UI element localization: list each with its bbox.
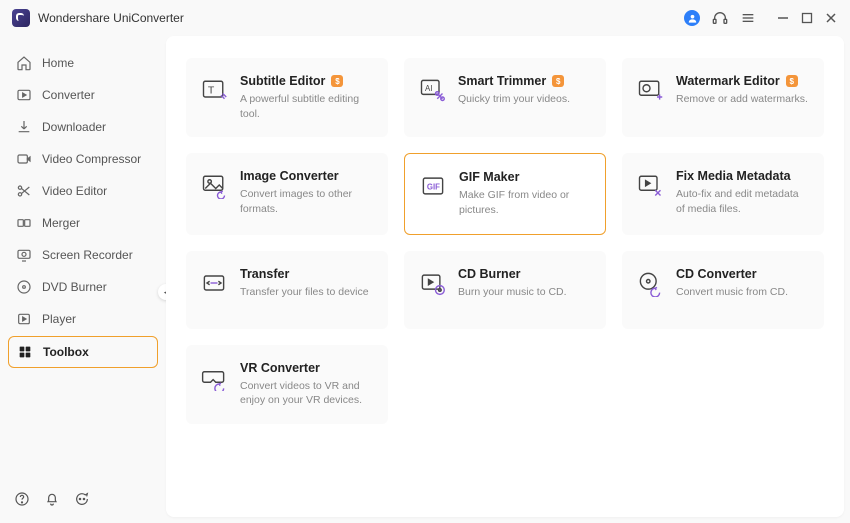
sidebar-item-converter[interactable]: Converter (8, 80, 158, 110)
metadata-icon (636, 171, 664, 199)
titlebar: Wondershare UniConverter (0, 0, 850, 36)
card-desc: Convert images to other formats. (240, 187, 374, 216)
vr-icon (200, 363, 228, 391)
card-cd-burner[interactable]: CD Burner Burn your music to CD. (404, 251, 606, 329)
cd-converter-icon (636, 269, 664, 297)
card-title: Watermark Editor (676, 74, 780, 88)
app-logo-icon (12, 9, 30, 27)
card-desc: Convert music from CD. (676, 285, 810, 300)
compress-icon (16, 151, 32, 167)
card-title: Image Converter (240, 169, 339, 183)
top-actions (684, 10, 838, 26)
content-panel: T Subtitle Editor $ A powerful subtitle e… (166, 36, 844, 517)
recorder-icon (16, 247, 32, 263)
card-transfer[interactable]: Transfer Transfer your files to device (186, 251, 388, 329)
sidebar-item-merger[interactable]: Merger (8, 208, 158, 238)
card-desc: Convert videos to VR and enjoy on your V… (240, 379, 374, 408)
feedback-icon[interactable] (74, 491, 90, 507)
watermark-icon (636, 76, 664, 104)
card-watermark-editor[interactable]: Watermark Editor $ Remove or add watermar… (622, 58, 824, 137)
transfer-icon (200, 269, 228, 297)
svg-text:GIF: GIF (427, 183, 440, 192)
sidebar-item-label: Player (42, 312, 76, 326)
pro-badge-icon: $ (786, 75, 798, 87)
app-title: Wondershare UniConverter (38, 11, 184, 25)
window-close-button[interactable] (824, 11, 838, 25)
toolbox-icon (17, 344, 33, 360)
svg-text:AI: AI (425, 84, 432, 93)
card-title: Fix Media Metadata (676, 169, 791, 183)
card-cd-converter[interactable]: CD Converter Convert music from CD. (622, 251, 824, 329)
sidebar-item-label: Screen Recorder (42, 248, 133, 262)
sidebar-item-screen-recorder[interactable]: Screen Recorder (8, 240, 158, 270)
play-icon (16, 311, 32, 327)
window-maximize-button[interactable] (800, 11, 814, 25)
sidebar-item-video-editor[interactable]: Video Editor (8, 176, 158, 206)
sidebar-item-home[interactable]: Home (8, 48, 158, 78)
sidebar-item-label: Downloader (42, 120, 106, 134)
card-subtitle-editor[interactable]: T Subtitle Editor $ A powerful subtitle e… (186, 58, 388, 137)
card-title: Subtitle Editor (240, 74, 325, 88)
tools-grid: T Subtitle Editor $ A powerful subtitle e… (186, 58, 824, 424)
sidebar-item-label: DVD Burner (42, 280, 107, 294)
card-desc: Transfer your files to device (240, 285, 374, 300)
card-desc: Remove or add watermarks. (676, 92, 810, 107)
help-icon[interactable] (14, 491, 30, 507)
sidebar: Home Converter Downloader Video Compress… (0, 36, 166, 523)
card-title: CD Burner (458, 267, 521, 281)
pro-badge-icon: $ (552, 75, 564, 87)
converter-icon (16, 87, 32, 103)
card-desc: Auto-fix and edit metadata of media file… (676, 187, 810, 216)
cd-burner-icon (418, 269, 446, 297)
home-icon (16, 55, 32, 71)
download-icon (16, 119, 32, 135)
sidebar-item-label: Merger (42, 216, 80, 230)
gif-icon: GIF (419, 172, 447, 200)
sidebar-item-label: Converter (42, 88, 95, 102)
sidebar-item-downloader[interactable]: Downloader (8, 112, 158, 142)
card-title: CD Converter (676, 267, 757, 281)
card-desc: Quicky trim your videos. (458, 92, 592, 107)
user-avatar-icon[interactable] (684, 10, 700, 26)
sidebar-item-label: Video Compressor (42, 152, 141, 166)
pro-badge-icon: $ (331, 75, 343, 87)
card-vr-converter[interactable]: VR Converter Convert videos to VR and en… (186, 345, 388, 424)
card-title: Transfer (240, 267, 289, 281)
sidebar-item-label: Toolbox (43, 345, 89, 359)
sidebar-item-label: Video Editor (42, 184, 107, 198)
subtitle-icon: T (200, 76, 228, 104)
sidebar-item-video-compressor[interactable]: Video Compressor (8, 144, 158, 174)
card-title: GIF Maker (459, 170, 519, 184)
card-gif-maker[interactable]: GIF GIF Maker Make GIF from video or pic… (404, 153, 606, 234)
sidebar-item-player[interactable]: Player (8, 304, 158, 334)
menu-icon[interactable] (740, 10, 756, 26)
trimmer-icon: AI (418, 76, 446, 104)
disc-icon (16, 279, 32, 295)
card-title: Smart Trimmer (458, 74, 546, 88)
card-title: VR Converter (240, 361, 320, 375)
card-fix-metadata[interactable]: Fix Media Metadata Auto-fix and edit met… (622, 153, 824, 234)
sidebar-item-label: Home (42, 56, 74, 70)
card-desc: Burn your music to CD. (458, 285, 592, 300)
svg-text:T: T (208, 85, 215, 97)
card-smart-trimmer[interactable]: AI Smart Trimmer $ Quicky trim your video… (404, 58, 606, 137)
scissors-icon (16, 183, 32, 199)
sidebar-item-dvd-burner[interactable]: DVD Burner (8, 272, 158, 302)
card-desc: Make GIF from video or pictures. (459, 188, 591, 217)
bell-icon[interactable] (44, 491, 60, 507)
card-image-converter[interactable]: Image Converter Convert images to other … (186, 153, 388, 234)
headset-icon[interactable] (712, 10, 728, 26)
merger-icon (16, 215, 32, 231)
card-desc: A powerful subtitle editing tool. (240, 92, 374, 121)
window-minimize-button[interactable] (776, 11, 790, 25)
sidebar-item-toolbox[interactable]: Toolbox (8, 336, 158, 368)
image-icon (200, 171, 228, 199)
